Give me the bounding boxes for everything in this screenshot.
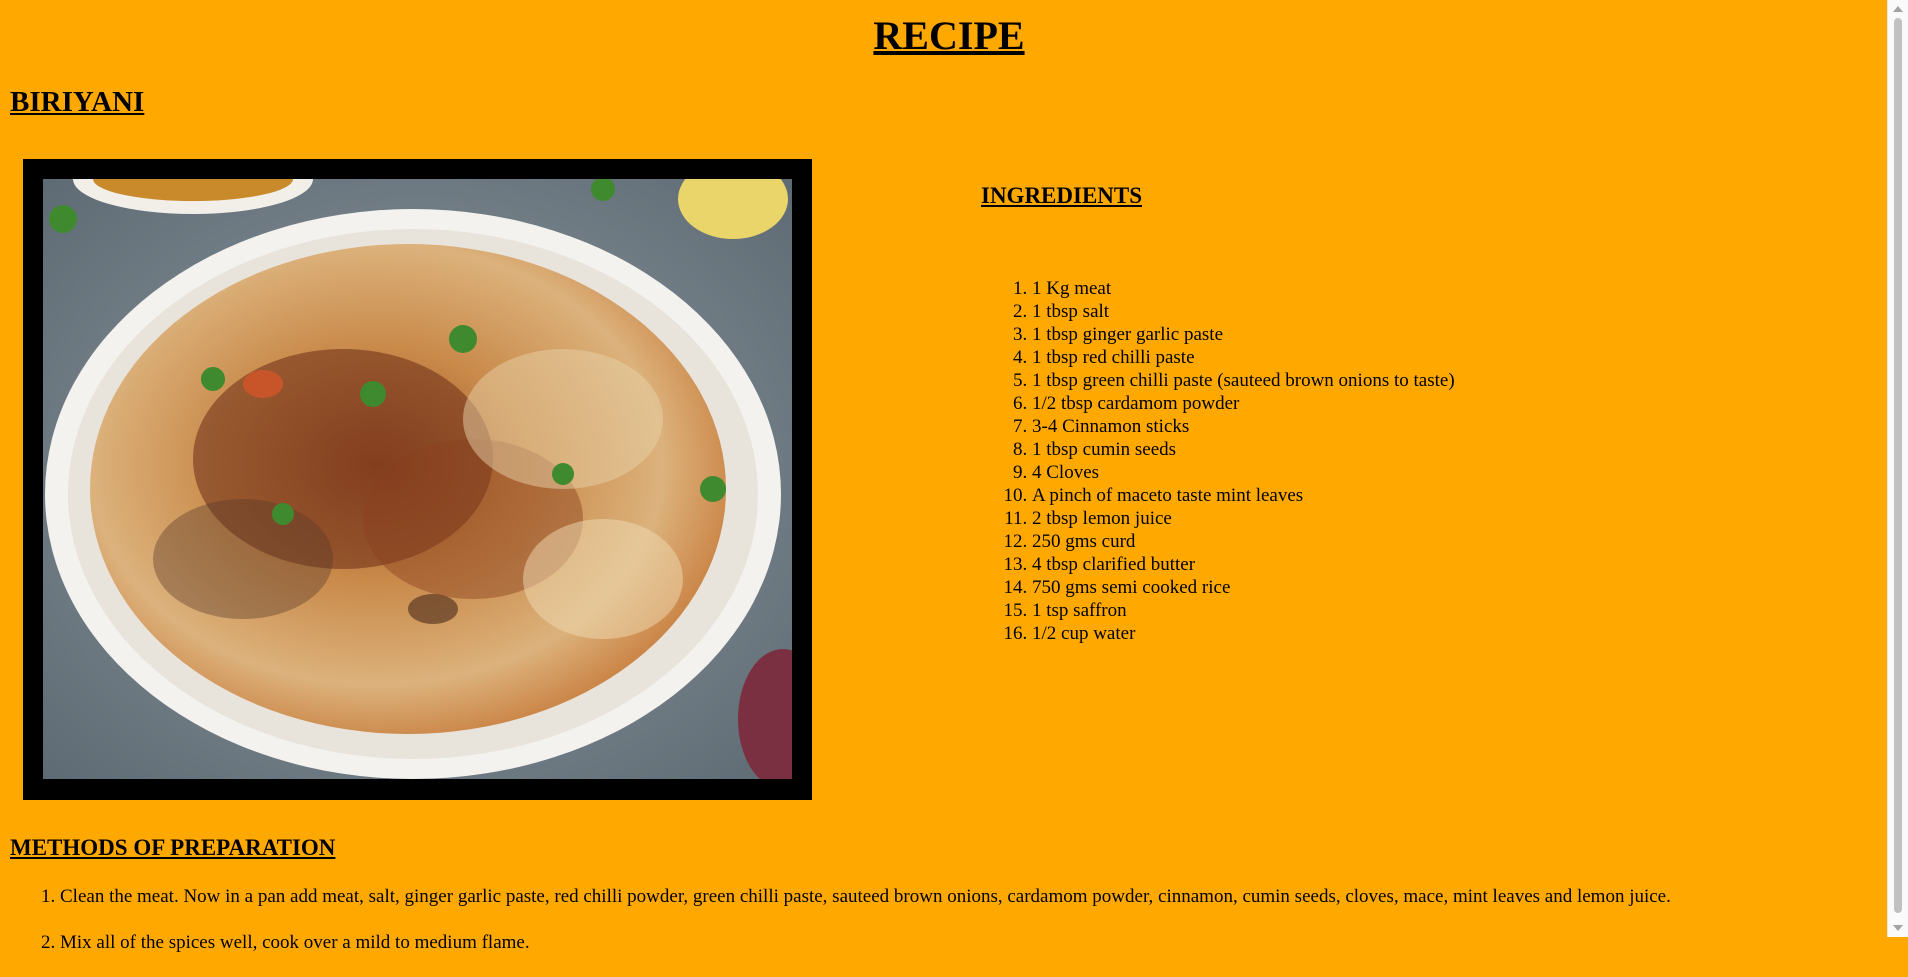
ingredient-item: 1 tsp saffron	[1032, 599, 1455, 622]
page-title: RECIPE	[873, 13, 1025, 58]
ingredient-item: 1 Kg meat	[1032, 277, 1455, 300]
ingredient-item: 1 tbsp red chilli paste	[1032, 346, 1455, 369]
ingredient-item: 1 tbsp ginger garlic paste	[1032, 323, 1455, 346]
ingredient-item: 3-4 Cinnamon sticks	[1032, 415, 1455, 438]
ingredients-list: 1 Kg meat 1 tbsp salt 1 tbsp ginger garl…	[981, 277, 1455, 645]
ingredient-item: 1/2 tbsp cardamom powder	[1032, 392, 1455, 415]
recipe-page: RECIPE BIRIYANI INGREDIENTS 1. 1 Kg meat…	[0, 0, 1888, 953]
ingredient-item: 750 gms semi cooked rice	[1032, 576, 1455, 599]
method-step: Clean the meat. Now in a pan add meat, s…	[60, 885, 1900, 908]
ingredient-item: 1 tbsp cumin seeds	[1032, 438, 1455, 461]
ingredients-title: INGREDIENTS	[981, 183, 1143, 208]
methods-title: METHODS OF PREPARATION	[10, 835, 336, 860]
ingredient-item: 1/2 cup water	[1032, 622, 1455, 645]
ingredient-item: 4 Cloves	[1032, 461, 1455, 484]
scroll-down-arrow-icon[interactable]	[1893, 925, 1903, 931]
dish-photo-frame	[23, 159, 812, 800]
ingredient-item: 1 tbsp salt	[1032, 300, 1455, 323]
method-step: Mix all of the spices well, cook over a …	[60, 931, 1900, 954]
scroll-up-arrow-icon[interactable]	[1893, 6, 1903, 12]
ingredient-item: A pinch of maceto taste mint leaves	[1032, 484, 1455, 507]
ingredient-item: 1 tbsp green chilli paste (sauteed brown…	[1032, 369, 1455, 392]
vertical-scrollbar[interactable]	[1887, 0, 1908, 937]
scroll-thumb[interactable]	[1894, 18, 1902, 913]
ingredient-item: 4 tbsp clarified butter	[1032, 553, 1455, 576]
ingredient-item: 250 gms curd	[1032, 530, 1455, 553]
methods-list: Clean the meat. Now in a pan add meat, s…	[10, 885, 1900, 977]
ingredient-item: 2 tbsp lemon juice	[1032, 507, 1455, 530]
dish-title: BIRIYANI	[10, 86, 145, 118]
biriyani-plate-photo	[43, 179, 792, 779]
